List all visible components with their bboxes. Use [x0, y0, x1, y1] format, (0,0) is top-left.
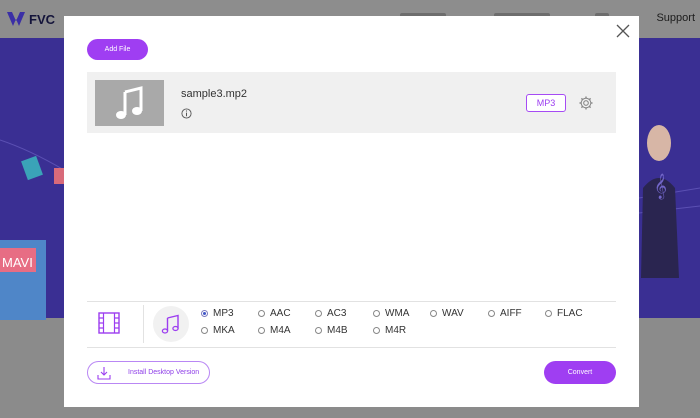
logo-icon — [7, 12, 25, 26]
logo-text: FVC — [29, 11, 55, 27]
format-option-m4a[interactable]: M4A — [258, 325, 291, 336]
deco-label: MAVI — [2, 255, 33, 270]
format-option-wma[interactable]: WMA — [373, 308, 409, 319]
tab-separator — [143, 305, 144, 343]
film-icon[interactable] — [98, 312, 120, 334]
format-option-aiff[interactable]: AIFF — [488, 308, 522, 319]
output-format-button[interactable]: MP3 — [526, 94, 566, 112]
gear-icon[interactable] — [578, 95, 594, 111]
radio-button[interactable] — [201, 327, 208, 334]
radio-button[interactable] — [258, 327, 265, 334]
close-icon[interactable] — [615, 23, 631, 39]
file-name: sample3.mp2 — [181, 88, 248, 100]
format-option-flac[interactable]: FLAC — [545, 308, 583, 319]
divider — [87, 301, 616, 302]
format-option-wav[interactable]: WAV — [430, 308, 464, 319]
format-option-m4r[interactable]: M4R — [373, 325, 406, 336]
radio-button[interactable] — [315, 310, 322, 317]
radio-button[interactable] — [430, 310, 437, 317]
format-option-mka[interactable]: MKA — [201, 325, 235, 336]
fvc-logo: FVC — [6, 10, 55, 28]
hero-illustration-right: 𝄞 — [639, 125, 700, 278]
download-icon — [97, 367, 111, 380]
nav-support-link[interactable]: Support — [656, 12, 695, 24]
radio-button[interactable] — [373, 327, 380, 334]
format-option-mp3[interactable]: MP3 — [201, 308, 234, 319]
format-option-aac[interactable]: AAC — [258, 308, 291, 319]
hero-illustration-left: MAVI — [0, 139, 64, 320]
install-desktop-button[interactable]: Install Desktop Version — [87, 361, 210, 384]
radio-button[interactable] — [373, 310, 380, 317]
svg-text:𝄞: 𝄞 — [654, 173, 667, 199]
convert-button[interactable]: Convert — [544, 361, 616, 384]
radio-button[interactable] — [488, 310, 495, 317]
music-note-icon — [161, 314, 179, 334]
info-icon[interactable] — [181, 108, 192, 119]
format-option-m4b[interactable]: M4B — [315, 325, 348, 336]
add-file-button[interactable]: Add File — [87, 39, 148, 60]
radio-button[interactable] — [545, 310, 552, 317]
file-row: sample3.mp2 MP3 — [87, 72, 616, 133]
install-desktop-label: Install Desktop Version — [128, 369, 200, 376]
format-option-ac3[interactable]: AC3 — [315, 308, 346, 319]
radio-button[interactable] — [315, 327, 322, 334]
radio-button[interactable] — [201, 310, 208, 317]
convert-dialog: Add File sample3.mp2 MP3 MP3 AAC AC3 WMA… — [64, 16, 639, 407]
music-note-icon — [115, 86, 142, 119]
divider — [87, 347, 616, 348]
radio-button[interactable] — [258, 310, 265, 317]
file-thumbnail — [95, 80, 164, 126]
audio-tab[interactable] — [153, 306, 189, 342]
